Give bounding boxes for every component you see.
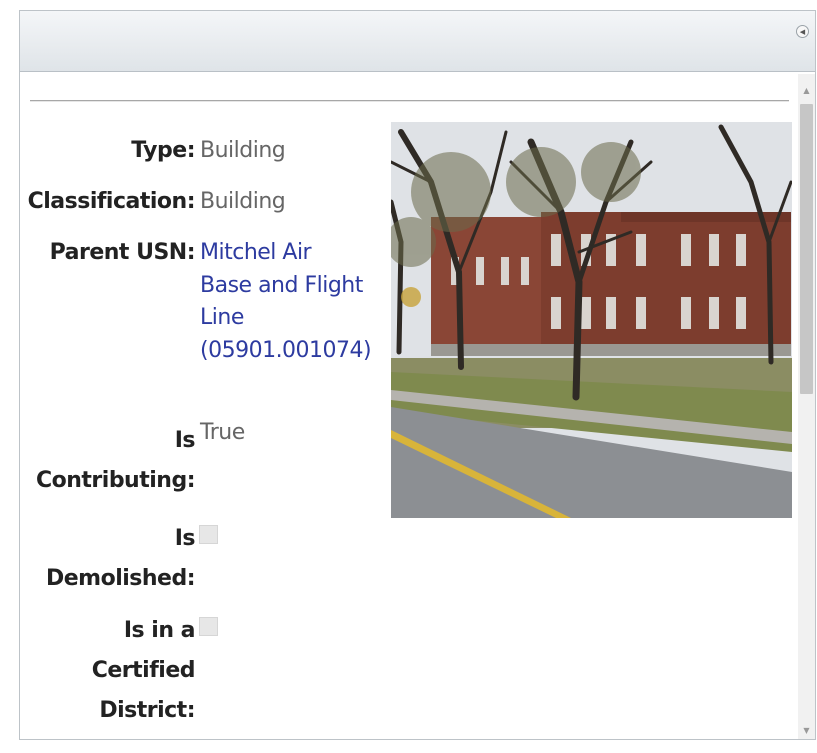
certified-district-label: Is in a Certified District: [20, 611, 196, 731]
contributing-label: Is Contributing: [20, 421, 196, 501]
type-value: Building [200, 138, 286, 163]
vertical-scrollbar[interactable]: ▲ ▼ [798, 74, 815, 739]
demolished-label-line: Demolished: [45, 566, 196, 591]
classification-value: Building [200, 189, 286, 214]
certified-label-line: Is in a [123, 618, 196, 643]
parent-usn-line: (05901.001074) [200, 337, 372, 363]
parent-usn-line: Mitchel Air [200, 240, 312, 265]
contributing-label-line: Is [174, 428, 196, 453]
contributing-value: True [200, 420, 245, 445]
building-photo [391, 122, 792, 518]
certified-label-line: District: [99, 698, 195, 723]
contributing-label-line: Contributing: [35, 468, 196, 493]
parent-usn-line: Line [200, 305, 244, 330]
certified-district-checkbox[interactable] [199, 617, 218, 636]
type-field: Type: Building [20, 135, 380, 166]
contributing-field: Is Contributing: True [20, 420, 380, 493]
classification-label: Classification: [27, 189, 196, 214]
certified-district-field: Is in a Certified District: [20, 611, 380, 731]
scroll-up-arrow-icon[interactable]: ▲ [798, 82, 815, 99]
scroll-down-arrow-icon[interactable]: ▼ [798, 722, 815, 739]
detail-panel: ◀ Type: Building Classification: Buildin… [19, 10, 816, 740]
panel-header: ◀ [20, 11, 815, 72]
scrollbar-thumb[interactable] [800, 104, 813, 394]
demolished-label: Is Demolished: [20, 519, 196, 599]
brick-building-photo [391, 122, 792, 518]
parent-usn-label: Parent USN: [49, 240, 196, 265]
divider [30, 100, 789, 102]
demolished-checkbox[interactable] [199, 525, 218, 544]
parent-usn-line: Base and Flight [200, 272, 363, 298]
parent-usn-field: Parent USN: Mitchel Air Base and Flight … [20, 237, 380, 397]
collapse-icon[interactable]: ◀ [796, 25, 809, 38]
certified-label-line: Certified [91, 658, 196, 683]
demolished-field: Is Demolished: [20, 519, 380, 591]
demolished-label-line: Is [174, 526, 196, 551]
classification-field: Classification: Building [20, 186, 380, 217]
type-label: Type: [131, 138, 195, 163]
parent-usn-link[interactable]: Mitchel Air Base and Flight Line (05901.… [200, 237, 372, 367]
